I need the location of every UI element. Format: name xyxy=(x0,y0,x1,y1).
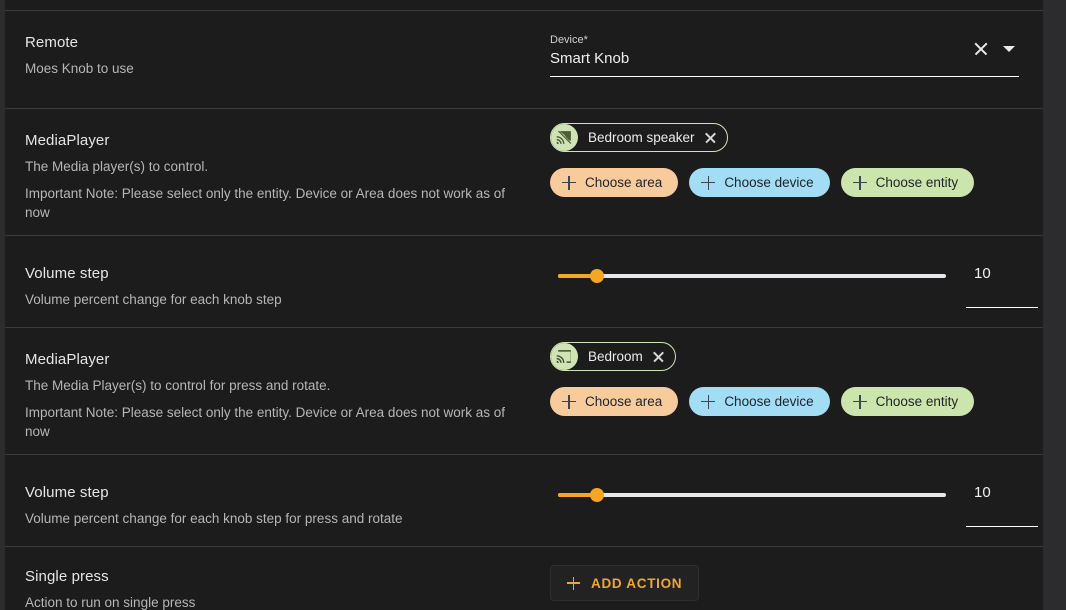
choose-area-label: Choose area xyxy=(585,175,663,190)
row-remote: Remote Moes Knob to use Device* Smart Kn… xyxy=(5,11,1043,108)
row-remote-title: Remote xyxy=(25,34,79,51)
row-mediaplayer-press-rotate-description: MediaPlayer The Media Player(s) to contr… xyxy=(5,328,538,463)
entity-chip-label: Bedroom xyxy=(588,349,643,364)
row-mediaplayer-control: MediaPlayer The Media player(s) to contr… xyxy=(5,108,1043,235)
row-volume-step-2-desc: Volume percent change for each knob step… xyxy=(25,511,403,526)
add-action-button[interactable]: ADD ACTION xyxy=(550,565,700,601)
row-volume-step-1: Volume step Volume percent change for ea… xyxy=(5,235,1043,327)
row-mediaplayer-press-rotate-desc-2: Important Note: Please select only the e… xyxy=(25,405,505,439)
row-single-press-desc: Action to run on single press xyxy=(25,595,196,610)
row-volume-step-2-title: Volume step xyxy=(25,484,109,501)
close-icon[interactable] xyxy=(973,41,989,57)
plus-icon xyxy=(852,394,867,409)
choose-device-button[interactable]: Choose device xyxy=(689,387,830,416)
choose-area-button[interactable]: Choose area xyxy=(550,168,679,197)
slider-track xyxy=(558,493,946,497)
row-remote-description: Remote Moes Knob to use xyxy=(5,11,538,100)
entity-chip-label: Bedroom speaker xyxy=(588,130,695,145)
row-mediaplayer-control-desc-2: Important Note: Please select only the e… xyxy=(25,186,505,220)
previous-row-partial xyxy=(5,0,1043,11)
cast-icon xyxy=(551,343,578,370)
row-volume-step-2: Volume step Volume percent change for ea… xyxy=(5,454,1043,546)
chevron-down-icon[interactable] xyxy=(1003,46,1015,52)
row-volume-step-1-description: Volume step Volume percent change for ea… xyxy=(5,236,538,331)
row-mediaplayer-control-pickers: Bedroom speaker Choose area Choose devic… xyxy=(538,109,1043,215)
row-mediaplayer-press-rotate: MediaPlayer The Media Player(s) to contr… xyxy=(5,327,1043,454)
row-remote-desc: Moes Knob to use xyxy=(25,61,134,76)
row-single-press-description: Single press Action to run on single pre… xyxy=(5,547,538,610)
row-mediaplayer-press-rotate-desc-1: The Media Player(s) to control for press… xyxy=(25,378,331,393)
row-mediaplayer-press-rotate-title: MediaPlayer xyxy=(25,351,110,368)
plus-icon xyxy=(562,175,576,190)
choose-buttons-group-2: Choose area Choose device Choose entity xyxy=(550,387,1021,416)
volume-step-1-number-field[interactable]: 10 xyxy=(966,264,1038,308)
choose-device-label: Choose device xyxy=(724,394,814,409)
volume-step-2-number-field[interactable]: 10 xyxy=(966,483,1038,527)
row-single-press: Single press Action to run on single pre… xyxy=(5,546,1043,610)
row-mediaplayer-control-title: MediaPlayer xyxy=(25,132,110,149)
plus-icon xyxy=(562,394,576,409)
volume-step-2-slider[interactable] xyxy=(558,483,946,507)
volume-step-2-slider-wrap: 10 xyxy=(550,455,1038,527)
add-action-label: ADD ACTION xyxy=(591,575,683,591)
choose-area-button[interactable]: Choose area xyxy=(550,387,679,416)
choose-area-label: Choose area xyxy=(585,394,663,409)
slider-track xyxy=(558,274,946,278)
choose-entity-button[interactable]: Choose entity xyxy=(840,168,975,197)
volume-step-1-slider-wrap: 10 xyxy=(550,236,1038,308)
choose-entity-label: Choose entity xyxy=(875,394,959,409)
entity-chip-bedroom-speaker[interactable]: Bedroom speaker xyxy=(550,123,728,152)
close-icon[interactable] xyxy=(652,350,665,363)
row-volume-step-1-title: Volume step xyxy=(25,265,109,282)
plus-icon xyxy=(701,175,716,190)
row-volume-step-2-description: Volume step Volume percent change for ea… xyxy=(5,455,538,550)
choose-entity-button[interactable]: Choose entity xyxy=(840,387,975,416)
device-select-field[interactable]: Device* Smart Knob xyxy=(550,29,1019,77)
slider-thumb[interactable] xyxy=(590,488,604,502)
volume-step-2-value: 10 xyxy=(974,484,991,501)
plus-icon xyxy=(701,394,716,409)
device-field-value: Smart Knob xyxy=(550,50,630,67)
choose-entity-label: Choose entity xyxy=(875,175,959,190)
row-mediaplayer-control-desc-1: The Media player(s) to control. xyxy=(25,159,209,174)
settings-page: Remote Moes Knob to use Device* Smart Kn… xyxy=(0,0,1066,610)
slider-thumb[interactable] xyxy=(590,269,604,283)
row-mediaplayer-control-description: MediaPlayer The Media player(s) to contr… xyxy=(5,109,538,244)
row-single-press-title: Single press xyxy=(25,568,109,585)
options-card: Remote Moes Knob to use Device* Smart Kn… xyxy=(5,0,1043,610)
cast-off-icon xyxy=(551,124,578,151)
row-volume-step-2-control: 10 xyxy=(538,455,1060,545)
choose-buttons-group-1: Choose area Choose device Choose entity xyxy=(550,168,1021,197)
device-field-icons xyxy=(973,41,1015,57)
close-icon[interactable] xyxy=(704,131,717,144)
volume-step-1-value: 10 xyxy=(974,265,991,282)
device-field-label: Device* xyxy=(550,34,588,46)
volume-step-1-slider[interactable] xyxy=(558,264,946,288)
choose-device-label: Choose device xyxy=(724,175,814,190)
row-volume-step-1-desc: Volume percent change for each knob step xyxy=(25,292,282,307)
row-single-press-control: ADD ACTION xyxy=(538,547,1043,610)
add-action-wrap: ADD ACTION xyxy=(550,547,1021,601)
entity-chip-bedroom[interactable]: Bedroom xyxy=(550,342,676,371)
row-remote-control: Device* Smart Knob xyxy=(538,11,1043,95)
plus-icon xyxy=(567,576,580,590)
choose-device-button[interactable]: Choose device xyxy=(689,168,830,197)
row-mediaplayer-press-rotate-pickers: Bedroom Choose area Choose device Choose xyxy=(538,328,1043,434)
plus-icon xyxy=(852,175,867,190)
row-volume-step-1-control: 10 xyxy=(538,236,1060,326)
